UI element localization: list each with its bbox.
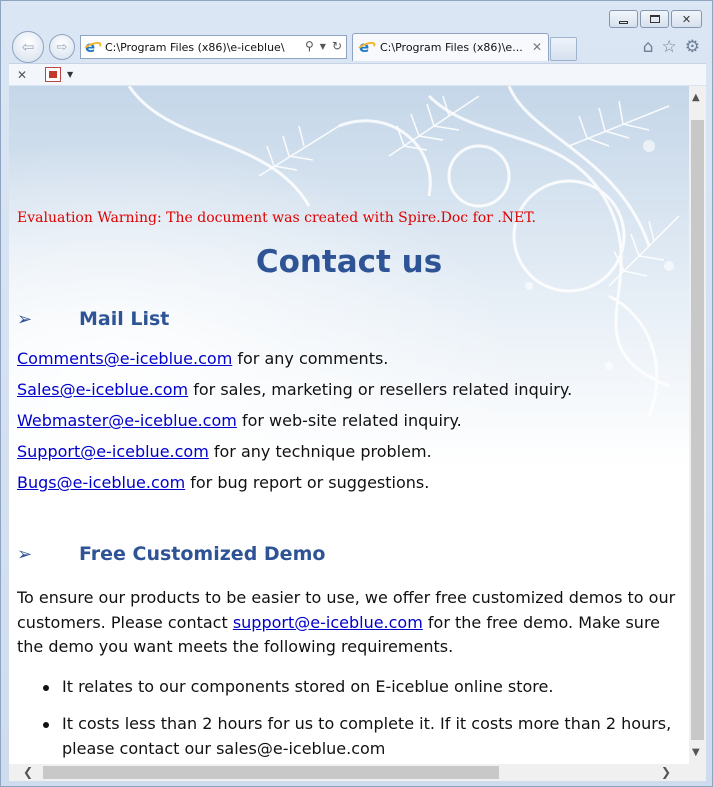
- page-viewport: Evaluation Warning: The document was cre…: [9, 86, 689, 764]
- toolbar-icons: ⌂ ☆ ⚙: [643, 37, 700, 57]
- address-text[interactable]: C:\Program Files (x86)\e-iceblue\: [105, 41, 295, 54]
- search-icon[interactable]: ⚲: [305, 39, 314, 53]
- arrow-bullet-icon: ➢: [17, 308, 33, 330]
- stop-icon[interactable]: ✕: [17, 68, 33, 82]
- tab-active[interactable]: e C:\Program Files (x86)\e... ✕: [352, 33, 549, 61]
- minimize-button[interactable]: [609, 10, 638, 28]
- email-link[interactable]: Sales@e-iceblue.com: [17, 380, 188, 399]
- ie-tab-icon: e: [356, 38, 377, 56]
- section-title: Mail List: [79, 308, 170, 330]
- ie-page-icon: e: [82, 38, 103, 56]
- demo-paragraph: To ensure our products to be easier to u…: [17, 586, 681, 660]
- mail-item: Support@e-iceblue.com for any technique …: [17, 442, 432, 461]
- mail-item: Webmaster@e-iceblue.com for web-site rel…: [17, 411, 462, 430]
- mail-item: Sales@e-iceblue.com for sales, marketing…: [17, 380, 572, 399]
- back-button[interactable]: ⇦: [12, 31, 44, 63]
- list-item-text: It costs less than 2 hours for us to com…: [62, 712, 682, 761]
- pdf-icon[interactable]: [45, 67, 61, 82]
- new-tab-button[interactable]: [550, 37, 577, 61]
- scroll-up-icon[interactable]: ▲: [692, 92, 700, 103]
- bullet-icon: [43, 685, 49, 691]
- bullet-icon: [43, 722, 49, 728]
- maximize-button[interactable]: [640, 10, 669, 28]
- list-item-text: It relates to our components stored on E…: [62, 677, 554, 696]
- navigation-bar: ⇦ ⇨ e C:\Program Files (x86)\e-iceblue\ …: [1, 29, 713, 63]
- command-bar: ✕ ▼: [9, 63, 706, 85]
- scroll-left-icon[interactable]: ❮: [23, 765, 33, 779]
- vertical-scrollbar[interactable]: ▲ ▼: [689, 86, 706, 764]
- evaluation-warning: Evaluation Warning: The document was cre…: [17, 210, 536, 226]
- vertical-scroll-thumb[interactable]: [691, 120, 704, 740]
- mail-item-text: for any comments.: [232, 349, 389, 368]
- caption-buttons: ✕: [609, 10, 702, 28]
- mail-item: Bugs@e-iceblue.com for bug report or sug…: [17, 473, 429, 492]
- favorites-icon[interactable]: ☆: [662, 37, 677, 57]
- mail-item: Comments@e-iceblue.com for any comments.: [17, 349, 388, 368]
- email-link[interactable]: Bugs@e-iceblue.com: [17, 473, 185, 492]
- email-link[interactable]: Comments@e-iceblue.com: [17, 349, 232, 368]
- arrow-bullet-icon: ➢: [17, 543, 33, 565]
- forward-icon: ⇨: [56, 39, 68, 55]
- close-icon: ✕: [681, 12, 692, 26]
- scroll-right-icon[interactable]: ❯: [661, 765, 671, 779]
- section-title: Free Customized Demo: [79, 543, 326, 565]
- horizontal-scrollbar[interactable]: ❮ ❯: [9, 764, 689, 781]
- minimize-icon: [619, 20, 628, 24]
- sales-email-link[interactable]: sales@e-iceblue.com: [216, 739, 385, 758]
- pdf-dropdown-icon[interactable]: ▼: [67, 70, 73, 79]
- forward-button[interactable]: ⇨: [49, 34, 75, 60]
- mail-item-text: for bug report or suggestions.: [185, 473, 430, 492]
- tab-title: C:\Program Files (x86)\e...: [380, 41, 523, 54]
- back-icon: ⇦: [21, 38, 35, 56]
- close-tab-icon[interactable]: ✕: [532, 40, 542, 54]
- mail-item-text: for web-site related inquiry.: [236, 411, 462, 430]
- mail-list-heading: ➢ Mail List: [17, 308, 169, 330]
- email-link[interactable]: Webmaster@e-iceblue.com: [17, 411, 237, 430]
- browser-window: ✕ ⇦ ⇨ e C:\Program Files (x86)\e-iceblue…: [0, 0, 713, 787]
- maximize-icon: [649, 15, 660, 23]
- settings-icon[interactable]: ⚙: [685, 37, 700, 57]
- demo-heading: ➢ Free Customized Demo: [17, 543, 325, 565]
- home-icon[interactable]: ⌂: [643, 37, 654, 57]
- close-window-button[interactable]: ✕: [671, 10, 702, 28]
- email-link[interactable]: Support@e-iceblue.com: [17, 442, 209, 461]
- address-bar[interactable]: e C:\Program Files (x86)\e-iceblue\ ⚲ ▼ …: [80, 35, 347, 59]
- scrollbar-corner: [689, 764, 706, 781]
- scroll-down-icon[interactable]: ▼: [692, 747, 700, 758]
- page-title: Contact us: [255, 244, 443, 280]
- mail-item-text: for any technique problem.: [208, 442, 432, 461]
- mail-item-text: for sales, marketing or resellers relate…: [188, 380, 573, 399]
- dropdown-icon[interactable]: ▼: [320, 42, 326, 51]
- address-actions: ⚲ ▼ ↻: [305, 39, 342, 53]
- refresh-icon[interactable]: ↻: [332, 39, 342, 53]
- horizontal-scroll-thumb[interactable]: [43, 766, 499, 779]
- support-email-link[interactable]: support@e-iceblue.com: [233, 613, 423, 632]
